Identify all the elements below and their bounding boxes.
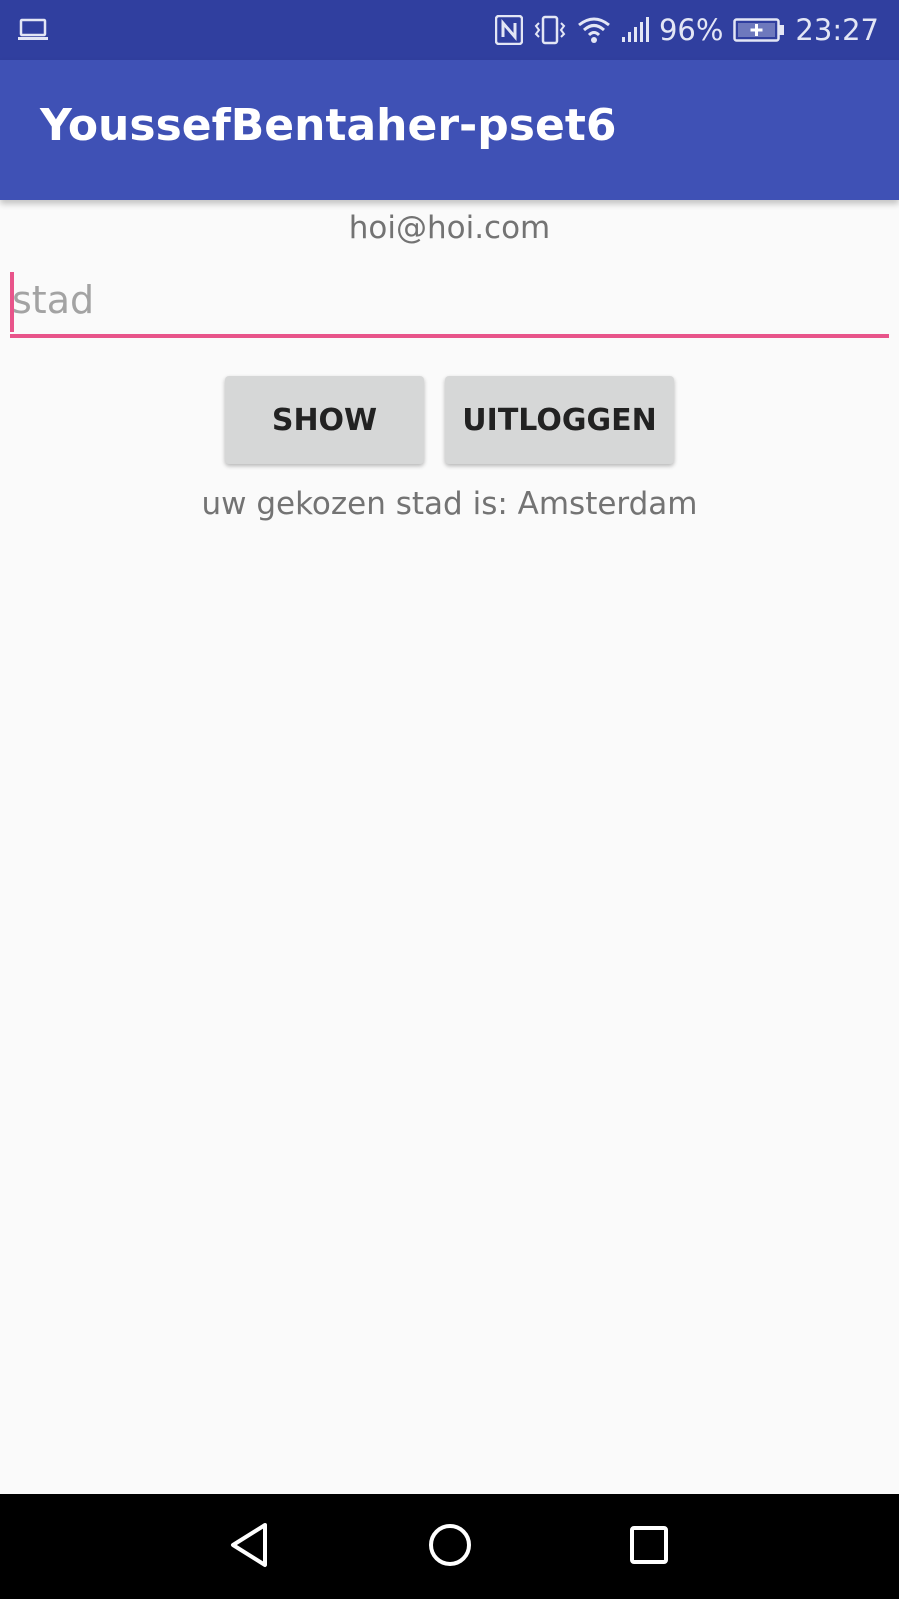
back-button[interactable]	[189, 1494, 309, 1599]
battery-percent: 96%	[658, 13, 724, 47]
selected-city-text: uw gekozen stad is: Amsterdam	[201, 486, 698, 522]
main-content: hoi@hoi.com SHOW UITLOGGEN uw gekozen st…	[0, 200, 899, 1494]
home-icon	[427, 1522, 473, 1572]
nfc-icon	[494, 15, 523, 45]
user-email: hoi@hoi.com	[348, 210, 551, 246]
recents-icon	[629, 1525, 669, 1569]
signal-icon	[621, 17, 649, 43]
app-title: YoussefBentaher-pset6	[40, 100, 617, 151]
laptop-icon	[18, 18, 48, 46]
navigation-bar	[0, 1494, 899, 1599]
app-bar: YoussefBentaher-pset6	[0, 60, 899, 200]
city-input[interactable]	[10, 266, 889, 338]
vibrate-icon	[533, 15, 567, 45]
clock: 23:27	[795, 13, 879, 47]
text-cursor	[10, 272, 14, 332]
wifi-icon	[577, 16, 611, 44]
logout-button[interactable]: UITLOGGEN	[445, 376, 674, 464]
back-icon	[227, 1521, 271, 1573]
recents-button[interactable]	[589, 1494, 709, 1599]
battery-charging-icon	[733, 17, 785, 43]
status-bar: 96% 23:27	[0, 0, 899, 60]
show-button[interactable]: SHOW	[225, 376, 424, 464]
home-button[interactable]	[390, 1494, 510, 1599]
